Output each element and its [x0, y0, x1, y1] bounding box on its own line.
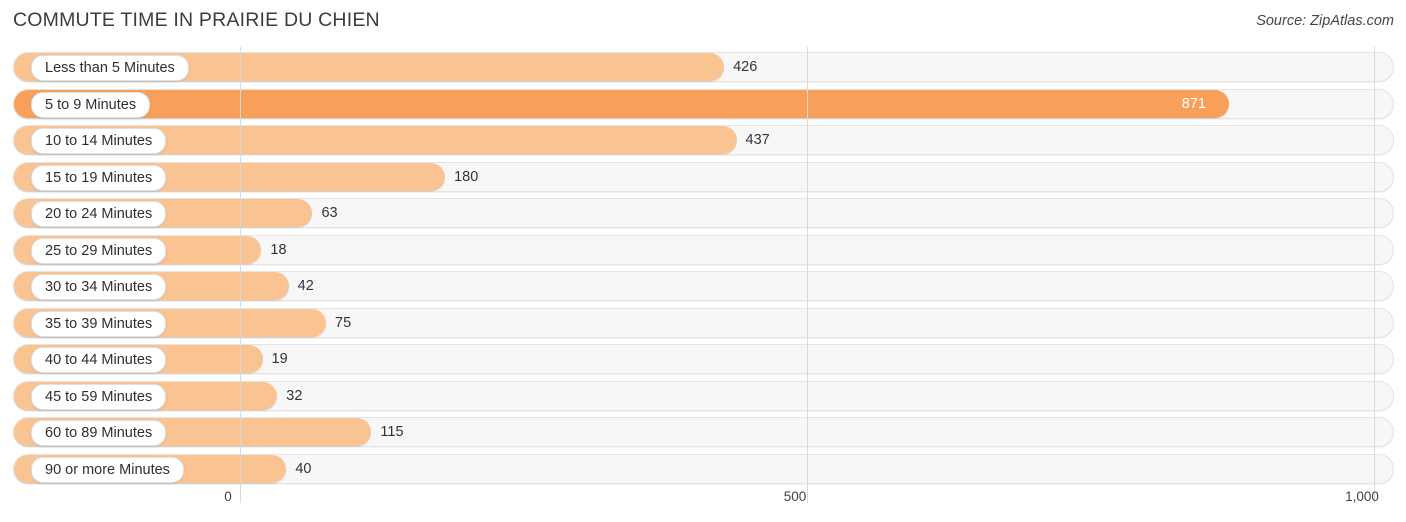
bar-row[interactable]: 35 to 39 Minutes 75	[13, 307, 1394, 338]
chart-header: COMMUTE TIME IN PRAIRIE DU CHIEN Source:…	[0, 0, 1406, 44]
axis-tick-label: 500	[783, 489, 807, 504]
axis-tick-mark	[240, 483, 241, 503]
bar-value-label: 19	[271, 351, 288, 367]
bar-value-label: 871	[1181, 95, 1206, 112]
bar-value-label: 32	[286, 387, 303, 404]
bar-row[interactable]: 30 to 34 Minutes 42	[13, 271, 1394, 301]
bar-rows: Less than 5 Minutes 426 5 to 9 Minutes 871 1…	[0, 47, 1406, 484]
bar-row[interactable]: 25 to 29 Minutes 18	[13, 234, 1394, 265]
plot-area: Less than 5 Minutes 426 5 to 9 Minutes 871 1…	[0, 47, 1406, 484]
bar-value-label: 40	[295, 460, 312, 477]
bar-category-label: 60 to 89 Minutes	[31, 420, 167, 446]
bar-row[interactable]: 10 to 14 Minutes 437	[13, 125, 1394, 155]
bar-row[interactable]: 5 to 9 Minutes 871	[13, 88, 1394, 119]
bar-category-label: 20 to 24 Minutes	[31, 201, 167, 227]
source-attribution: Source: ZipAtlas.com	[1256, 13, 1394, 29]
page-title: COMMUTE TIME IN PRAIRIE DU CHIEN	[13, 9, 380, 31]
bar-value-label: 180	[454, 168, 479, 185]
bar-value-label: 115	[380, 424, 404, 440]
bar-row[interactable]: 20 to 24 Minutes 63	[13, 198, 1394, 228]
bar-category-label: 45 to 59 Minutes	[31, 383, 167, 410]
bar-row[interactable]: 40 to 44 Minutes 19	[13, 344, 1394, 374]
bar-row[interactable]: Less than 5 Minutes 426	[13, 52, 1394, 82]
bar-category-label: 15 to 19 Minutes	[31, 164, 167, 191]
axis-tick-label: 0	[224, 489, 232, 504]
bar-category-label: 5 to 9 Minutes	[31, 91, 151, 118]
axis-tick-mark	[807, 483, 808, 503]
axis-tick-label: 1,000	[1345, 489, 1379, 504]
x-axis: 0 500 1,000	[0, 483, 1406, 522]
chart-container: COMMUTE TIME IN PRAIRIE DU CHIEN Source:…	[0, 0, 1406, 522]
bar-category-label: 35 to 39 Minutes	[31, 310, 167, 337]
bar-category-label: 30 to 34 Minutes	[31, 274, 167, 300]
bar-value-label: 63	[321, 205, 338, 221]
bar-category-label: 40 to 44 Minutes	[31, 347, 167, 373]
bar-value-label: 18	[270, 241, 287, 258]
bar-row[interactable]: 15 to 19 Minutes 180	[13, 161, 1394, 192]
bar-row[interactable]: 60 to 89 Minutes 115	[13, 417, 1394, 447]
bar-category-label: Less than 5 Minutes	[31, 55, 189, 81]
bar-value-label: 75	[335, 314, 352, 331]
bar-value-label: 426	[733, 59, 758, 75]
bar-category-label: 90 or more Minutes	[31, 456, 184, 483]
bar-highlighted[interactable]	[14, 89, 1229, 118]
bar-row[interactable]: 90 or more Minutes 40	[13, 453, 1394, 484]
bar-category-label: 10 to 14 Minutes	[31, 128, 167, 154]
bar-value-label: 437	[745, 132, 770, 148]
bar-row[interactable]: 45 to 59 Minutes 32	[13, 380, 1394, 411]
bar-category-label: 25 to 29 Minutes	[31, 237, 167, 264]
bar-value-label: 42	[297, 278, 314, 294]
